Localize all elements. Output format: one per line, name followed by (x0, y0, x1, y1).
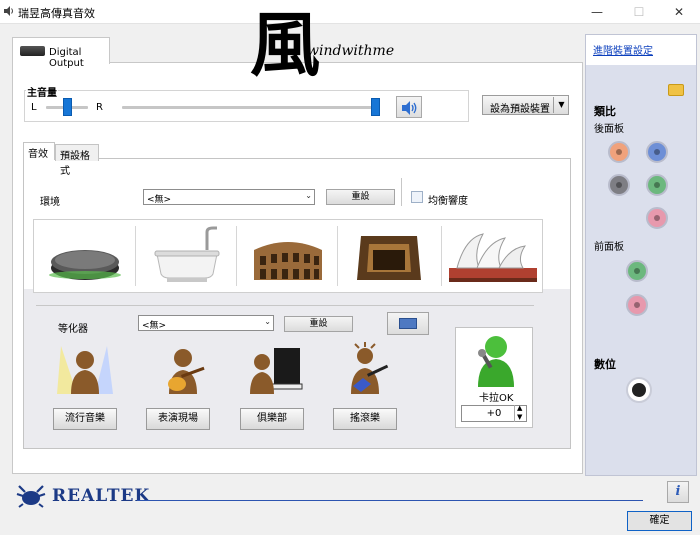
rear-jack-gray[interactable] (608, 174, 630, 196)
spdif-jack-icon[interactable] (626, 377, 652, 403)
equalizer-select[interactable]: <無> ⌄ (138, 315, 274, 331)
environment-label: 環境 (40, 197, 60, 208)
environment-select-value: <無> (147, 195, 172, 205)
chevron-down-icon[interactable]: ▼ (553, 97, 569, 113)
environment-reset-button[interactable]: 重設 (326, 189, 395, 205)
divider (441, 226, 442, 286)
master-volume-label: 主音量 (26, 84, 58, 99)
equalizer-reset-button[interactable]: 重設 (284, 316, 353, 332)
minimize-button[interactable]: — (574, 0, 620, 24)
karaoke-stepper[interactable]: ▲ ▼ (514, 404, 527, 422)
graphic-equalizer-button[interactable] (387, 312, 429, 335)
watermark-text: windwithme (307, 43, 395, 59)
bathtub-icon[interactable] (137, 220, 237, 292)
live-guitarist-icon (168, 349, 205, 394)
balance-left-label: L (31, 102, 37, 113)
stone-disc-icon[interactable] (35, 220, 135, 292)
chevron-down-icon: ⌄ (264, 317, 271, 326)
set-default-device-button[interactable]: 設為預設裝置 ▼ (482, 95, 569, 115)
connector-panel (585, 34, 697, 476)
volume-track (122, 106, 380, 109)
tab-digital-output[interactable]: Digital Output (12, 37, 110, 69)
loudness-checkbox[interactable] (411, 191, 423, 203)
window-title: 瑞昱高傳真音效 (18, 7, 95, 20)
rear-panel-label: 後面板 (594, 124, 624, 135)
chevron-up-icon[interactable]: ▲ (517, 404, 522, 412)
info-button[interactable]: i (667, 481, 689, 503)
equalizer-icon (399, 318, 417, 329)
digital-output-icon (20, 46, 45, 56)
environment-select[interactable]: <無> ⌄ (143, 189, 315, 205)
volume-slider-thumb[interactable] (371, 98, 380, 116)
divider (401, 178, 402, 206)
chevron-down-icon[interactable]: ▼ (517, 413, 522, 421)
balance-slider-thumb[interactable] (63, 98, 72, 116)
analog-label: 類比 (594, 105, 616, 118)
tab-default-format[interactable]: 預設格式 (55, 144, 99, 177)
advanced-settings-link[interactable]: 進階裝置設定 (593, 42, 653, 57)
equalizer-select-value: <無> (142, 321, 167, 331)
rear-jack-orange[interactable] (608, 141, 630, 163)
speaker-volume-icon (402, 101, 417, 115)
folder-icon[interactable] (668, 84, 684, 96)
realtek-crab-icon (16, 485, 46, 508)
realtek-logo: REALTEK (52, 486, 151, 506)
club-pianist-icon (250, 348, 303, 394)
equalizer-label: 等化器 (58, 324, 88, 335)
close-button[interactable]: ✕ (656, 0, 700, 24)
set-default-device-label: 設為預設裝置 (490, 104, 550, 115)
divider (337, 226, 338, 286)
eq-preset-pop-button[interactable]: 流行音樂 (53, 408, 117, 430)
pop-singer-icon (57, 346, 113, 394)
karaoke-label: 卡拉OK (479, 393, 514, 404)
eq-preset-club-button[interactable]: 俱樂部 (240, 408, 304, 430)
balance-right-label: R (96, 102, 103, 113)
tab-effects[interactable]: 音效 (23, 142, 55, 160)
karaoke-singer-icon (478, 336, 514, 387)
karaoke-value: +0 (486, 408, 502, 419)
ok-button[interactable]: 確定 (627, 511, 692, 531)
divider (135, 226, 136, 286)
mute-button[interactable] (396, 96, 422, 118)
divider (36, 305, 534, 306)
speaker-icon (4, 6, 13, 16)
stage-icon[interactable] (339, 220, 439, 292)
rear-jack-blue[interactable] (646, 141, 668, 163)
eq-preset-rock-button[interactable]: 搖滾樂 (333, 408, 397, 430)
eq-preset-live-button[interactable]: 表演現場 (146, 408, 210, 430)
front-jack-pink[interactable] (626, 294, 648, 316)
rear-jack-pink[interactable] (646, 207, 668, 229)
opera-house-icon[interactable] (443, 220, 543, 292)
chevron-down-icon: ⌄ (305, 191, 312, 200)
colosseum-icon[interactable] (238, 220, 338, 292)
front-jack-green[interactable] (626, 260, 648, 282)
front-panel-label: 前面板 (594, 242, 624, 253)
divider (137, 500, 643, 501)
loudness-label: 均衡響度 (428, 196, 468, 207)
rear-jack-green[interactable] (646, 174, 668, 196)
rock-guitarist-icon (351, 342, 389, 394)
tab-digital-output-label: Digital Output (49, 47, 84, 69)
digital-label: 數位 (594, 358, 616, 371)
divider (236, 226, 237, 286)
